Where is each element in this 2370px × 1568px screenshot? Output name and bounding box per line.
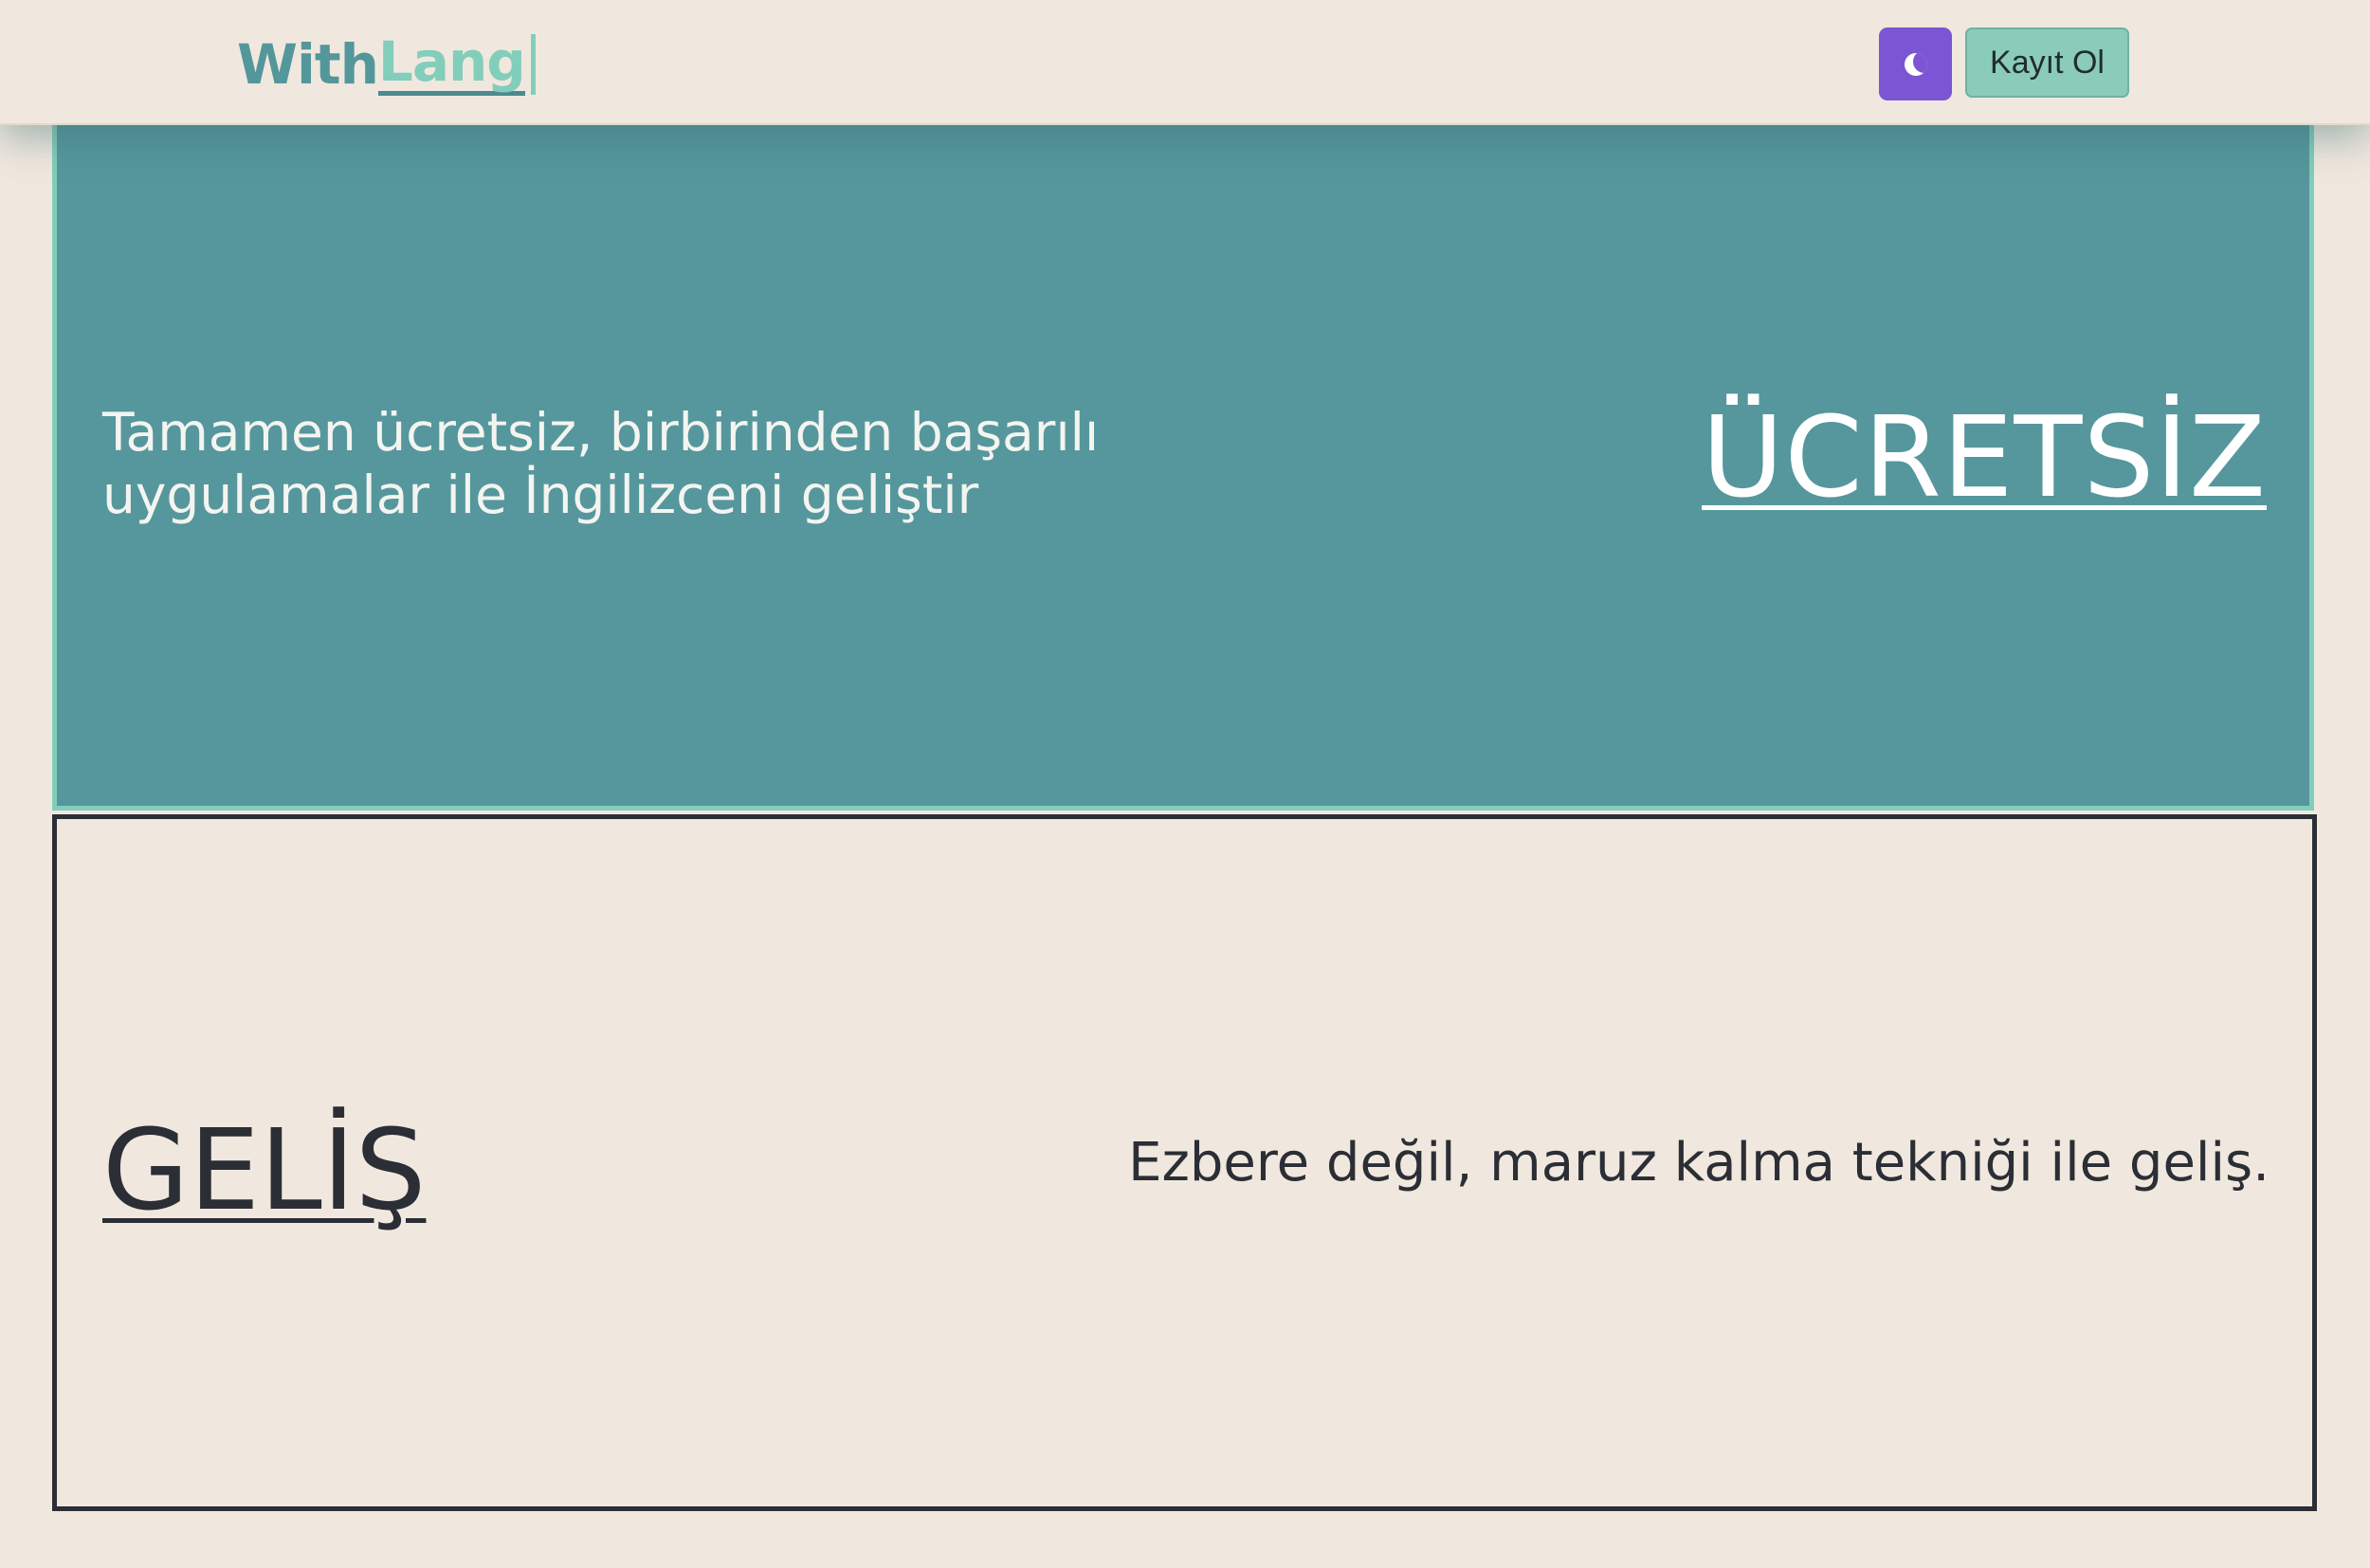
development-feature-title-link[interactable]: GELİŞ (102, 1108, 426, 1232)
free-feature-section: Tamamen ücretsiz, birbirinden başarılı u… (52, 125, 2314, 811)
moon-icon (1904, 52, 1927, 76)
development-feature-description: Ezbere değil, maruz kalma tekniği ile ge… (1128, 1132, 2270, 1194)
logo-text-with: With (237, 32, 379, 97)
logo-caret (530, 34, 536, 95)
site-logo[interactable]: With Lang (237, 28, 536, 100)
free-feature-description: Tamamen ücretsiz, birbirinden başarılı u… (102, 402, 1100, 525)
site-header: With Lang Kayıt Ol (0, 0, 2370, 125)
signup-button[interactable]: Kayıt Ol (1965, 27, 2129, 98)
development-feature-section: GELİŞ Ezbere değil, maruz kalma tekniği … (52, 814, 2317, 1511)
logo-text-lang: Lang (377, 28, 526, 96)
theme-toggle-button[interactable] (1879, 27, 1952, 100)
free-feature-title-link[interactable]: ÜCRETSİZ (1702, 395, 2267, 520)
